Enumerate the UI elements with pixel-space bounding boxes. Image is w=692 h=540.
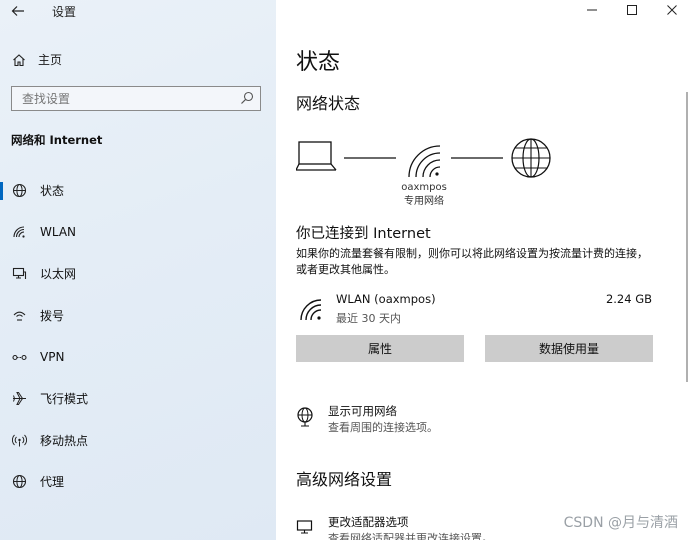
maximize-icon	[627, 5, 637, 15]
wlan-name: WLAN (oaxmpos)	[336, 292, 436, 306]
network-caption: oaxmpos 专用网络	[396, 181, 452, 209]
laptop-icon	[296, 141, 337, 171]
maximize-button[interactable]	[612, 0, 652, 20]
network-status-heading: 网络状态	[296, 94, 361, 113]
sidebar-item-status[interactable]: 状态	[0, 170, 276, 212]
internet-globe-icon	[511, 138, 551, 178]
page-title: 状态	[296, 50, 341, 75]
hotspot-icon	[11, 432, 27, 448]
sidebar-item-airplane[interactable]: 飞行模式	[0, 378, 276, 420]
sidebar-item-label: 移动热点	[40, 433, 89, 448]
sidebar-item-dialup[interactable]: 拨号	[0, 295, 276, 337]
network-globe-icon	[297, 407, 313, 427]
main-panel: 状态 网络状态 oaxmpos 专用网络 你已连接到 Internet 如果你的…	[276, 0, 692, 540]
home-icon	[13, 53, 25, 66]
back-button[interactable]	[6, 2, 30, 20]
app-title: 设置	[52, 5, 77, 19]
window-controls	[572, 0, 692, 22]
search-box[interactable]	[11, 86, 261, 111]
connection-description: 如果你的流量套餐有限制，则你可以将此网络设置为按流量计费的连接，或者更改其他属性…	[296, 247, 648, 276]
minimize-icon	[587, 9, 597, 11]
status-globe-icon	[11, 183, 27, 199]
close-icon	[667, 5, 677, 15]
minimize-button[interactable]	[572, 0, 612, 20]
properties-button[interactable]: 属性	[296, 335, 464, 362]
sidebar-item-wlan[interactable]: WLAN	[0, 212, 276, 254]
home-label: 主页	[38, 53, 63, 67]
sidebar-item-label: 状态	[40, 184, 65, 199]
sidebar-nav: 状态 WLAN 以太网 拨号 VPN 飞行模式 移动热点 代理	[0, 170, 276, 503]
network-name: oaxmpos	[401, 182, 447, 193]
back-arrow-icon	[11, 6, 24, 16]
watermark: CSDN @月与清酒	[563, 515, 678, 531]
adapter-options-title[interactable]: 更改适配器选项	[328, 514, 409, 530]
sidebar-item-label: VPN	[40, 350, 65, 365]
adapter-options-desc: 查看网络适配器并更改连接设置。	[328, 532, 493, 540]
connection-title: 你已连接到 Internet	[296, 226, 431, 242]
sidebar-item-label: 代理	[40, 475, 65, 490]
scrollbar[interactable]	[686, 92, 688, 382]
sidebar: 设置 主页 网络和 Internet 状态 WLAN	[0, 0, 276, 540]
network-type: 专用网络	[404, 196, 444, 207]
wifi-router-icon	[408, 145, 441, 178]
wifi-icon	[11, 224, 27, 240]
show-networks-link[interactable]: 显示可用网络 查看周围的连接选项。	[296, 403, 656, 435]
section-label: 网络和 Internet	[11, 133, 103, 147]
advanced-settings-heading: 高级网络设置	[296, 470, 393, 489]
wifi-icon	[300, 299, 322, 321]
adapter-icon	[296, 520, 313, 534]
close-button[interactable]	[652, 0, 692, 20]
data-usage-button[interactable]: 数据使用量	[485, 335, 653, 362]
show-networks-title[interactable]: 显示可用网络	[328, 403, 397, 419]
search-input[interactable]	[12, 87, 260, 110]
globe-icon	[11, 474, 27, 490]
wlan-period: 最近 30 天内	[336, 312, 401, 325]
sidebar-item-proxy[interactable]: 代理	[0, 461, 276, 503]
ethernet-icon	[11, 266, 27, 282]
sidebar-item-label: 拨号	[40, 309, 65, 324]
sidebar-item-ethernet[interactable]: 以太网	[0, 253, 276, 295]
vpn-icon	[11, 349, 27, 365]
show-networks-desc: 查看周围的连接选项。	[328, 421, 438, 434]
sidebar-item-label: WLAN	[40, 225, 77, 240]
sidebar-item-label: 飞行模式	[40, 392, 89, 407]
airplane-icon	[11, 391, 27, 407]
wlan-usage: 2.24 GB	[605, 292, 652, 306]
sidebar-item-home[interactable]: 主页	[12, 51, 62, 68]
sidebar-item-hotspot[interactable]: 移动热点	[0, 420, 276, 462]
dialup-icon	[11, 308, 27, 324]
search-icon[interactable]	[240, 91, 254, 105]
sidebar-item-vpn[interactable]: VPN	[0, 336, 276, 378]
sidebar-item-label: 以太网	[40, 267, 77, 282]
title-bar: 设置	[0, 0, 276, 22]
wlan-connection-row: WLAN (oaxmpos) 最近 30 天内 2.24 GB	[296, 292, 656, 326]
